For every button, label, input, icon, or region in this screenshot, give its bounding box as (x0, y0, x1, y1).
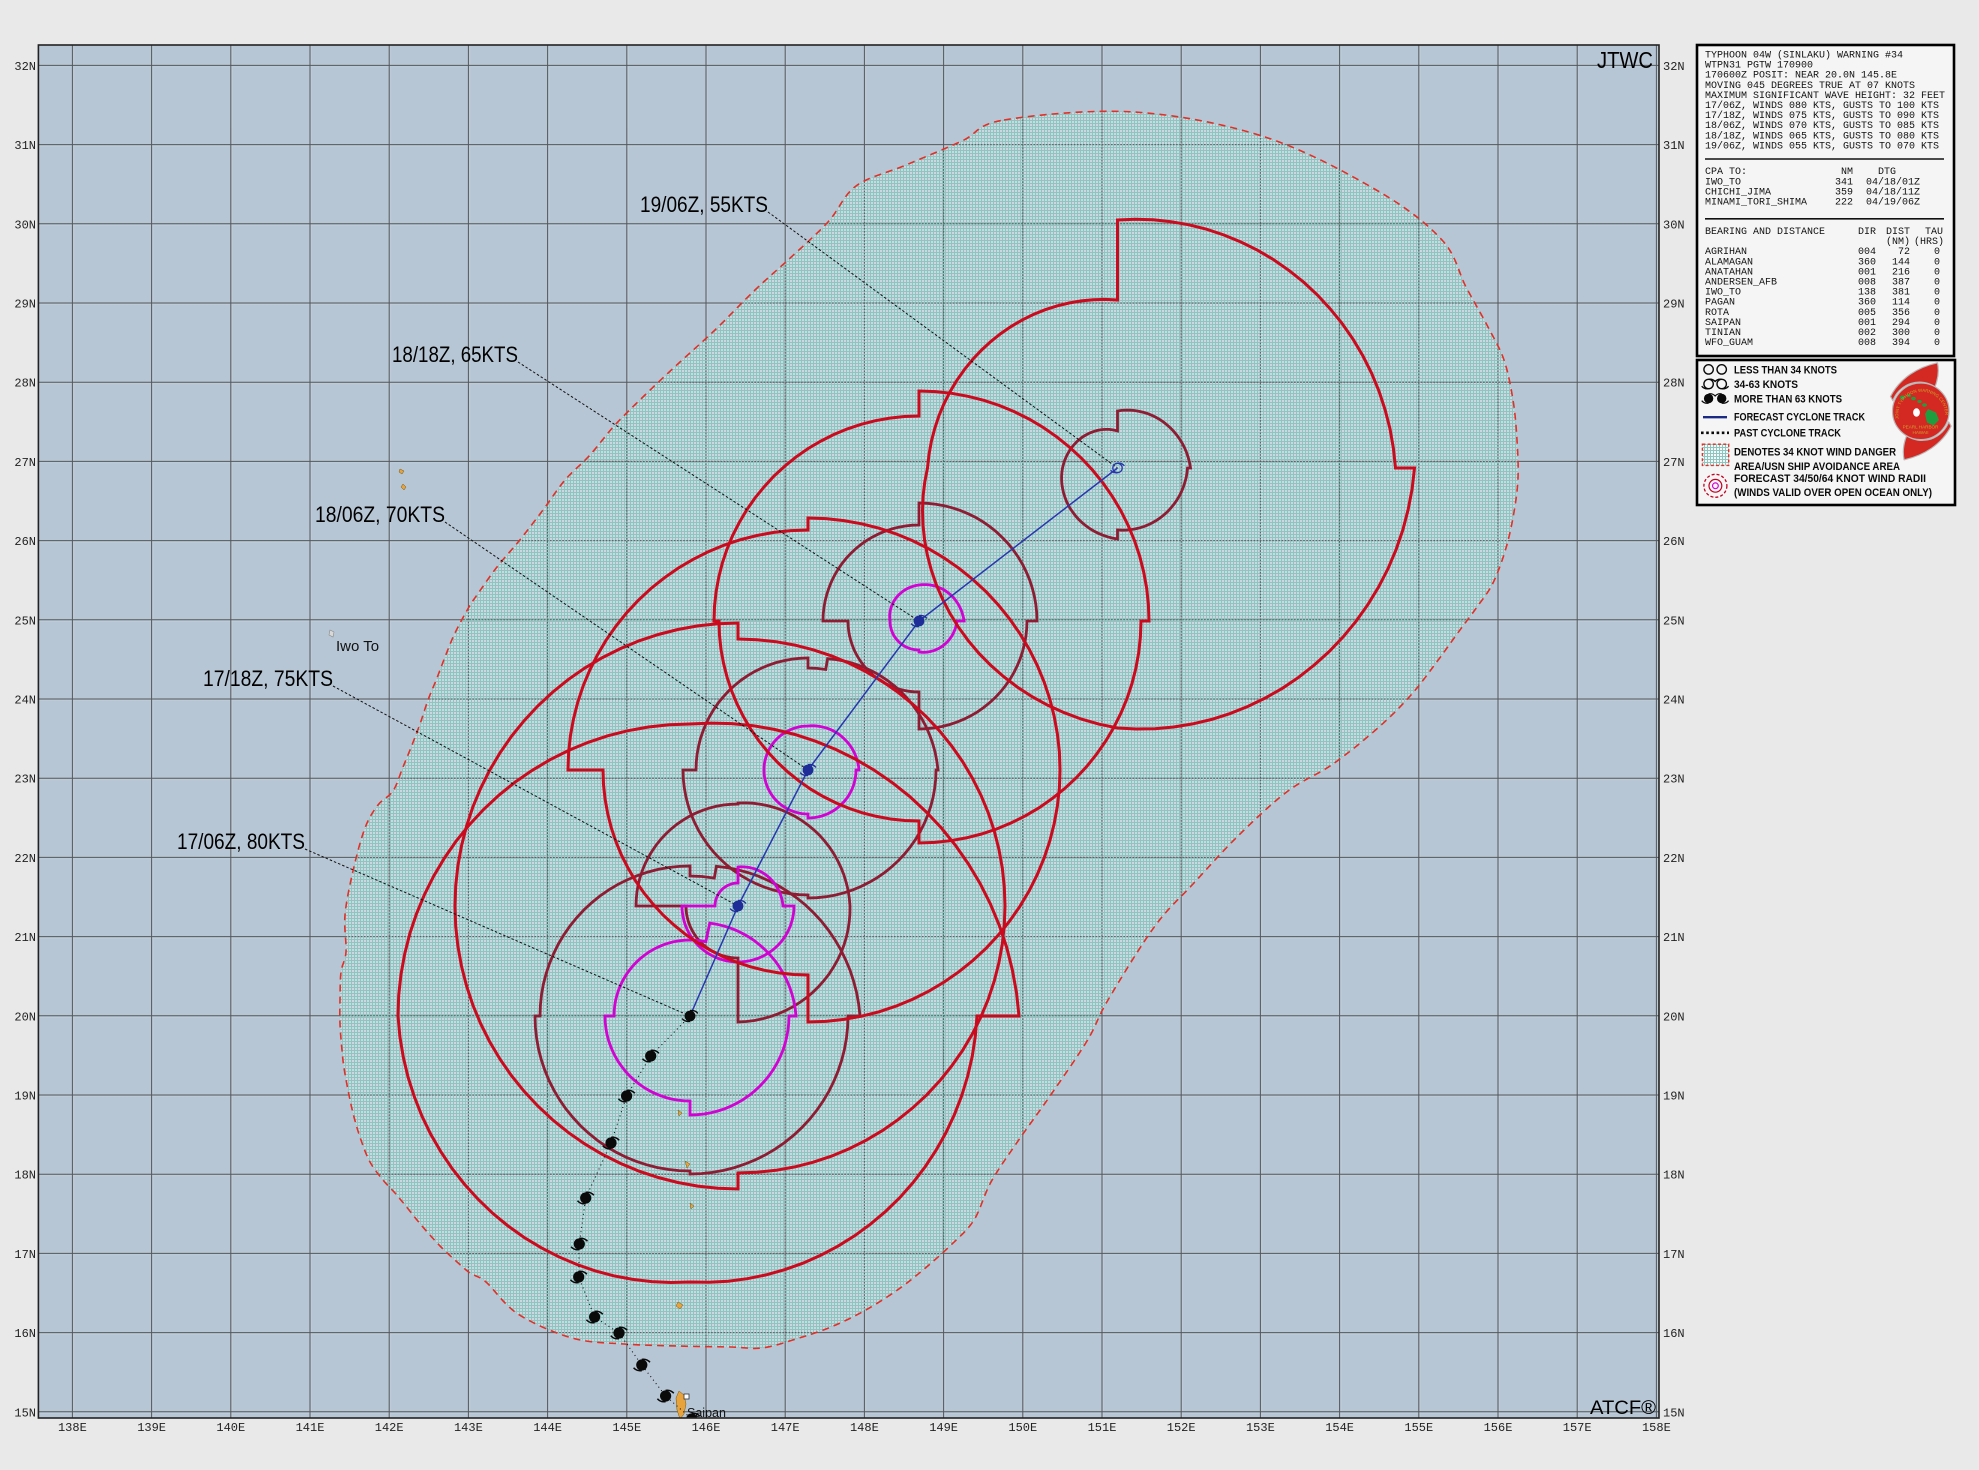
svg-text:156E: 156E (1484, 1421, 1513, 1435)
svg-text:(WINDS VALID OVER OPEN OCEAN O: (WINDS VALID OVER OPEN OCEAN ONLY) (1734, 487, 1932, 499)
svg-text:DIR: DIR (1858, 227, 1876, 238)
svg-text:26N: 26N (14, 535, 36, 549)
svg-text:32N: 32N (14, 60, 36, 74)
svg-text:23N: 23N (1663, 773, 1685, 787)
svg-text:17N: 17N (1663, 1248, 1685, 1262)
svg-text:28N: 28N (1663, 377, 1685, 391)
svg-text:141E: 141E (296, 1421, 325, 1435)
svg-text:157E: 157E (1563, 1421, 1592, 1435)
svg-text:158E: 158E (1642, 1421, 1671, 1435)
svg-text:149E: 149E (929, 1421, 958, 1435)
svg-text:20N: 20N (1663, 1010, 1685, 1024)
svg-text:222: 222 (1835, 198, 1853, 209)
svg-text:139E: 139E (137, 1421, 166, 1435)
svg-text:19N: 19N (1663, 1090, 1685, 1104)
svg-text:29N: 29N (1663, 298, 1685, 312)
svg-text:31N: 31N (1663, 139, 1685, 153)
svg-text:27N: 27N (14, 456, 36, 470)
svg-text:17/18Z, 75KTS: 17/18Z, 75KTS (203, 666, 333, 691)
svg-text:27N: 27N (1663, 456, 1685, 470)
svg-text:142E: 142E (375, 1421, 404, 1435)
svg-text:20N: 20N (14, 1010, 36, 1024)
svg-text:34-63 KNOTS: 34-63 KNOTS (1734, 379, 1798, 391)
svg-text:25N: 25N (14, 614, 36, 628)
svg-text:ATCF®: ATCF® (1590, 1398, 1656, 1419)
svg-text:25N: 25N (1663, 614, 1685, 628)
svg-text:(HRS): (HRS) (1914, 236, 1944, 248)
svg-text:008: 008 (1858, 338, 1876, 349)
svg-text:24N: 24N (14, 694, 36, 708)
svg-text:155E: 155E (1404, 1421, 1433, 1435)
svg-text:JTWC: JTWC (1597, 47, 1653, 73)
svg-text:151E: 151E (1088, 1421, 1117, 1435)
svg-text:MORE THAN 63 KNOTS: MORE THAN 63 KNOTS (1734, 394, 1842, 406)
svg-text:30N: 30N (1663, 218, 1685, 232)
svg-text:21N: 21N (1663, 931, 1685, 945)
svg-text:FORECAST 34/50/64 KNOT WIND RA: FORECAST 34/50/64 KNOT WIND RADII (1734, 473, 1926, 485)
svg-text:145E: 145E (612, 1421, 641, 1435)
svg-text:Iwo To: Iwo To (336, 638, 379, 655)
svg-text:22N: 22N (1663, 852, 1685, 866)
svg-text:AREA/USN SHIP AVOIDANCE AREA: AREA/USN SHIP AVOIDANCE AREA (1734, 461, 1900, 473)
svg-text:19/06Z, 55KTS: 19/06Z, 55KTS (640, 192, 768, 217)
svg-text:15N: 15N (1663, 1406, 1685, 1420)
svg-text:DENOTES 34 KNOT WIND DANGER: DENOTES 34 KNOT WIND DANGER (1734, 447, 1896, 459)
svg-text:23N: 23N (14, 773, 36, 787)
svg-text:21N: 21N (14, 931, 36, 945)
svg-text:30N: 30N (14, 218, 36, 232)
svg-text:HAWAII: HAWAII (1913, 430, 1929, 435)
svg-text:19/06Z, WINDS 055 KTS, GUSTS T: 19/06Z, WINDS 055 KTS, GUSTS TO 070 KTS (1705, 140, 1939, 152)
svg-text:FORECAST CYCLONE TRACK: FORECAST CYCLONE TRACK (1734, 412, 1865, 424)
svg-text:153E: 153E (1246, 1421, 1275, 1435)
svg-text:29N: 29N (14, 298, 36, 312)
svg-text:19N: 19N (14, 1090, 36, 1104)
svg-text:31N: 31N (14, 139, 36, 153)
svg-text:17N: 17N (14, 1248, 36, 1262)
svg-text:(NM): (NM) (1886, 236, 1910, 248)
svg-text:15N: 15N (14, 1406, 36, 1420)
svg-text:16N: 16N (1663, 1327, 1685, 1341)
svg-text:18/18Z, 65KTS: 18/18Z, 65KTS (392, 342, 518, 367)
svg-text:04/19/06Z: 04/19/06Z (1866, 197, 1920, 209)
svg-text:0: 0 (1934, 338, 1940, 349)
svg-text:PAST CYCLONE TRACK: PAST CYCLONE TRACK (1734, 428, 1841, 440)
svg-text:394: 394 (1892, 338, 1910, 349)
svg-text:150E: 150E (1008, 1421, 1037, 1435)
svg-text:18N: 18N (14, 1169, 36, 1183)
svg-text:148E: 148E (850, 1421, 879, 1435)
svg-text:152E: 152E (1167, 1421, 1196, 1435)
svg-text:17/06Z, 80KTS: 17/06Z, 80KTS (177, 829, 305, 854)
svg-text:16N: 16N (14, 1327, 36, 1341)
svg-text:BEARING AND DISTANCE: BEARING AND DISTANCE (1705, 227, 1825, 238)
svg-text:144E: 144E (533, 1421, 562, 1435)
svg-text:32N: 32N (1663, 60, 1685, 74)
svg-text:154E: 154E (1325, 1421, 1354, 1435)
svg-text:143E: 143E (454, 1421, 483, 1435)
svg-text:PEARL HARBOR: PEARL HARBOR (1903, 425, 1940, 430)
svg-text:LESS THAN 34 KNOTS: LESS THAN 34 KNOTS (1734, 365, 1837, 377)
svg-text:18/06Z, 70KTS: 18/06Z, 70KTS (315, 502, 445, 527)
svg-text:18N: 18N (1663, 1169, 1685, 1183)
svg-text:146E: 146E (692, 1421, 721, 1435)
svg-text:WFO_GUAM: WFO_GUAM (1705, 338, 1753, 349)
svg-text:138E: 138E (58, 1421, 87, 1435)
svg-text:26N: 26N (1663, 535, 1685, 549)
svg-text:147E: 147E (771, 1421, 800, 1435)
svg-text:22N: 22N (14, 852, 36, 866)
svg-text:MINAMI_TORI_SHIMA: MINAMI_TORI_SHIMA (1705, 198, 1807, 209)
svg-text:28N: 28N (14, 377, 36, 391)
svg-text:24N: 24N (1663, 694, 1685, 708)
svg-text:140E: 140E (216, 1421, 245, 1435)
